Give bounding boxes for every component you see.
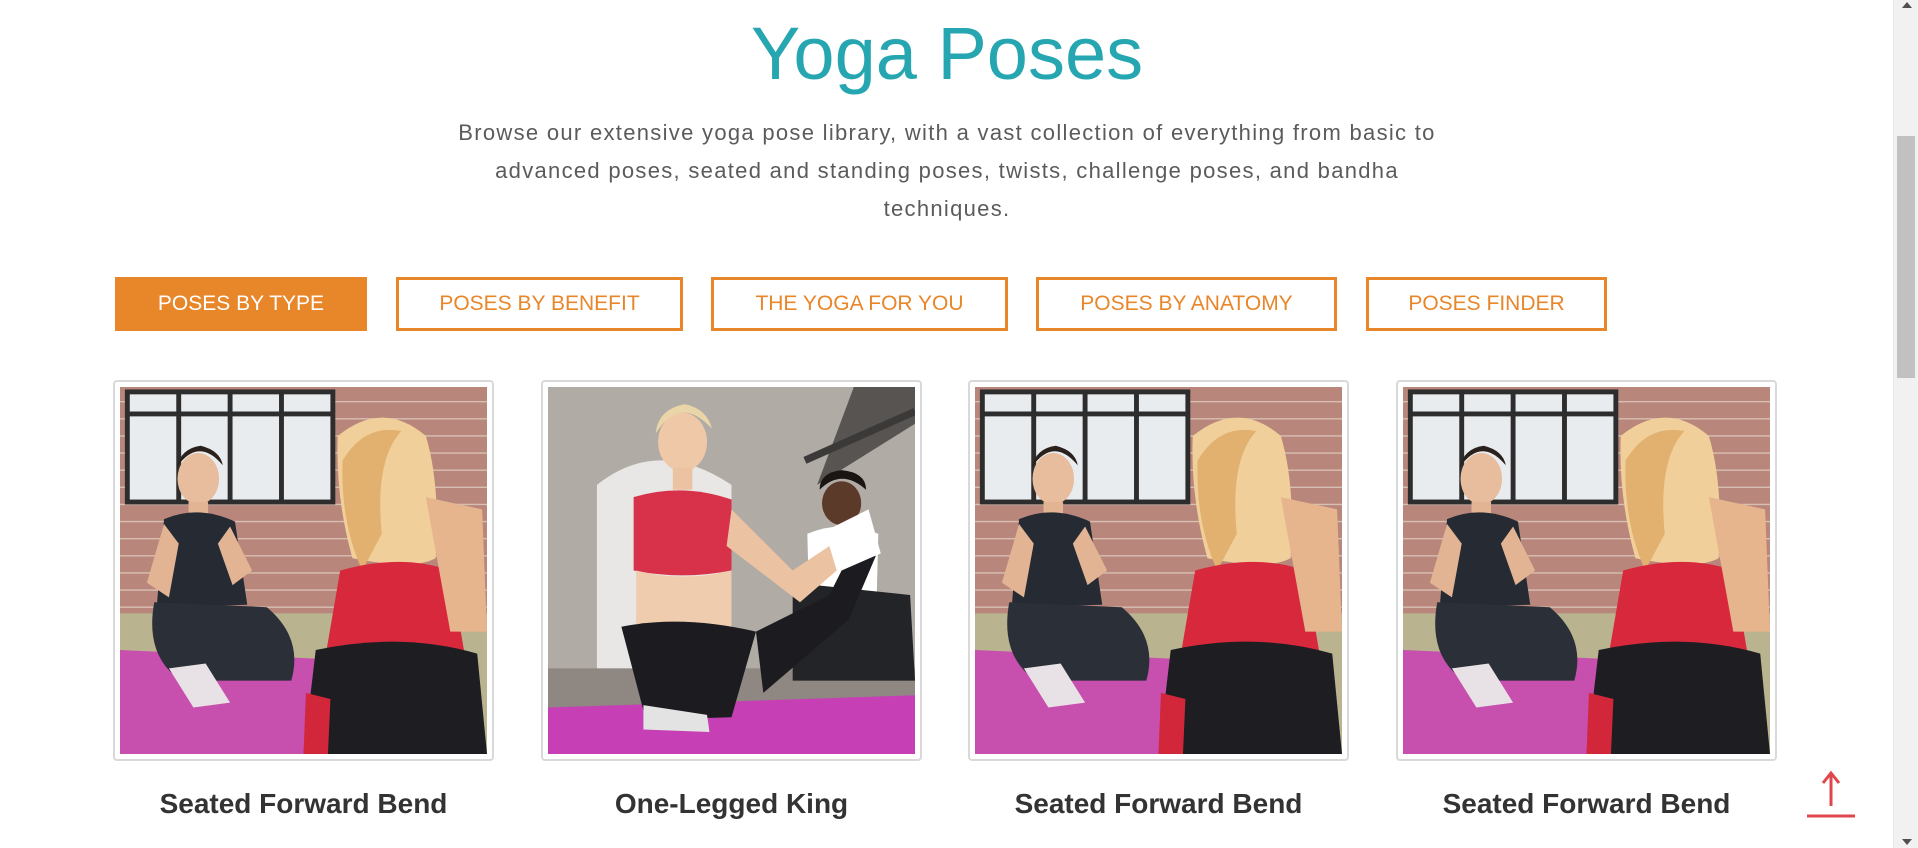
pose-title[interactable]: Seated Forward Bend <box>113 787 494 821</box>
back-to-top-button[interactable] <box>1805 770 1857 822</box>
scroll-down-arrow-icon[interactable] <box>1902 839 1912 845</box>
pose-card: Seated Forward Bend <box>968 380 1349 821</box>
intro-line-2: advanced poses, seated and standing pose… <box>495 158 1399 183</box>
scroll-up-arrow-icon[interactable] <box>1902 2 1912 8</box>
pose-image-link[interactable] <box>113 380 494 761</box>
two-women-seated-on-mat-photo <box>1403 387 1770 754</box>
pose-card: Seated Forward Bend <box>113 380 494 821</box>
intro-line-1: Browse our extensive yoga pose library, … <box>458 120 1436 145</box>
pose-title[interactable]: One-Legged King <box>541 787 922 821</box>
scroll-thumb[interactable] <box>1897 136 1915 378</box>
page: Yoga Poses Browse our extensive yoga pos… <box>0 0 1918 848</box>
pose-card: Seated Forward Bend <box>1396 380 1777 821</box>
pose-title[interactable]: Seated Forward Bend <box>1396 787 1777 821</box>
tab-poses-by-anatomy[interactable]: POSES BY ANATOMY <box>1036 277 1337 331</box>
pose-image-link[interactable] <box>1396 380 1777 761</box>
tab-poses-by-benefit[interactable]: POSES BY BENEFIT <box>396 277 683 331</box>
page-title: Yoga Poses <box>750 12 1144 95</box>
pose-image-link[interactable] <box>541 380 922 761</box>
two-women-seated-on-mat-photo <box>120 387 487 754</box>
tab-the-yoga-for-you[interactable]: THE YOGA FOR YOU <box>711 277 1008 331</box>
arrow-up-icon <box>1805 770 1857 822</box>
pose-title[interactable]: Seated Forward Bend <box>968 787 1349 821</box>
two-women-seated-on-mat-photo <box>975 387 1342 754</box>
pose-image-link[interactable] <box>968 380 1349 761</box>
pose-card: One-Legged King <box>541 380 922 821</box>
tab-poses-by-type[interactable]: POSES BY TYPE <box>115 277 367 331</box>
intro-paragraph: Browse our extensive yoga pose library, … <box>447 114 1447 228</box>
woman-kneeling-stretch-photo <box>548 387 915 754</box>
vertical-scrollbar[interactable] <box>1893 0 1918 848</box>
tab-poses-finder[interactable]: POSES FINDER <box>1366 277 1607 331</box>
intro-line-3: techniques. <box>883 196 1011 221</box>
category-tabs: POSES BY TYPE POSES BY BENEFIT THE YOGA … <box>0 277 1700 331</box>
